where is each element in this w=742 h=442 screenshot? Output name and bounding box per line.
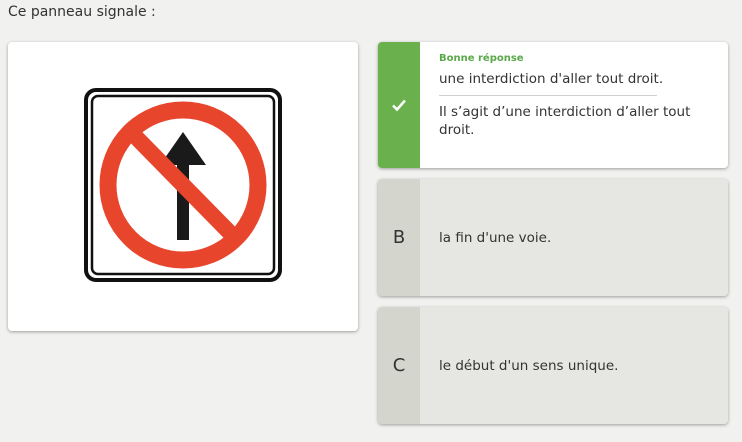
answer-b-marker: B — [378, 179, 420, 296]
answer-explanation: Il s’agit d’une interdiction d’aller tou… — [439, 104, 691, 138]
answer-option-c[interactable]: C le début d'un sens unique. — [378, 307, 728, 424]
answer-option-a[interactable]: Bonne réponse une interdiction d'aller t… — [378, 42, 728, 168]
answer-option-b[interactable]: B la fin d'une voie. — [378, 179, 728, 296]
answer-c-text: le début d'un sens unique. — [439, 357, 619, 374]
answer-divider — [439, 95, 657, 96]
answer-a-text: une interdiction d'aller tout droit. — [439, 71, 664, 87]
answer-a-marker — [378, 42, 420, 168]
answer-c-marker: C — [378, 307, 420, 424]
question-text: Ce panneau signale : — [8, 4, 156, 20]
answer-b-text: la fin d'une voie. — [439, 229, 552, 246]
correct-answer-label: Bonne réponse — [439, 53, 524, 64]
sign-image-card — [8, 42, 358, 331]
check-icon — [392, 99, 406, 112]
no-straight-ahead-sign-icon — [84, 88, 282, 282]
